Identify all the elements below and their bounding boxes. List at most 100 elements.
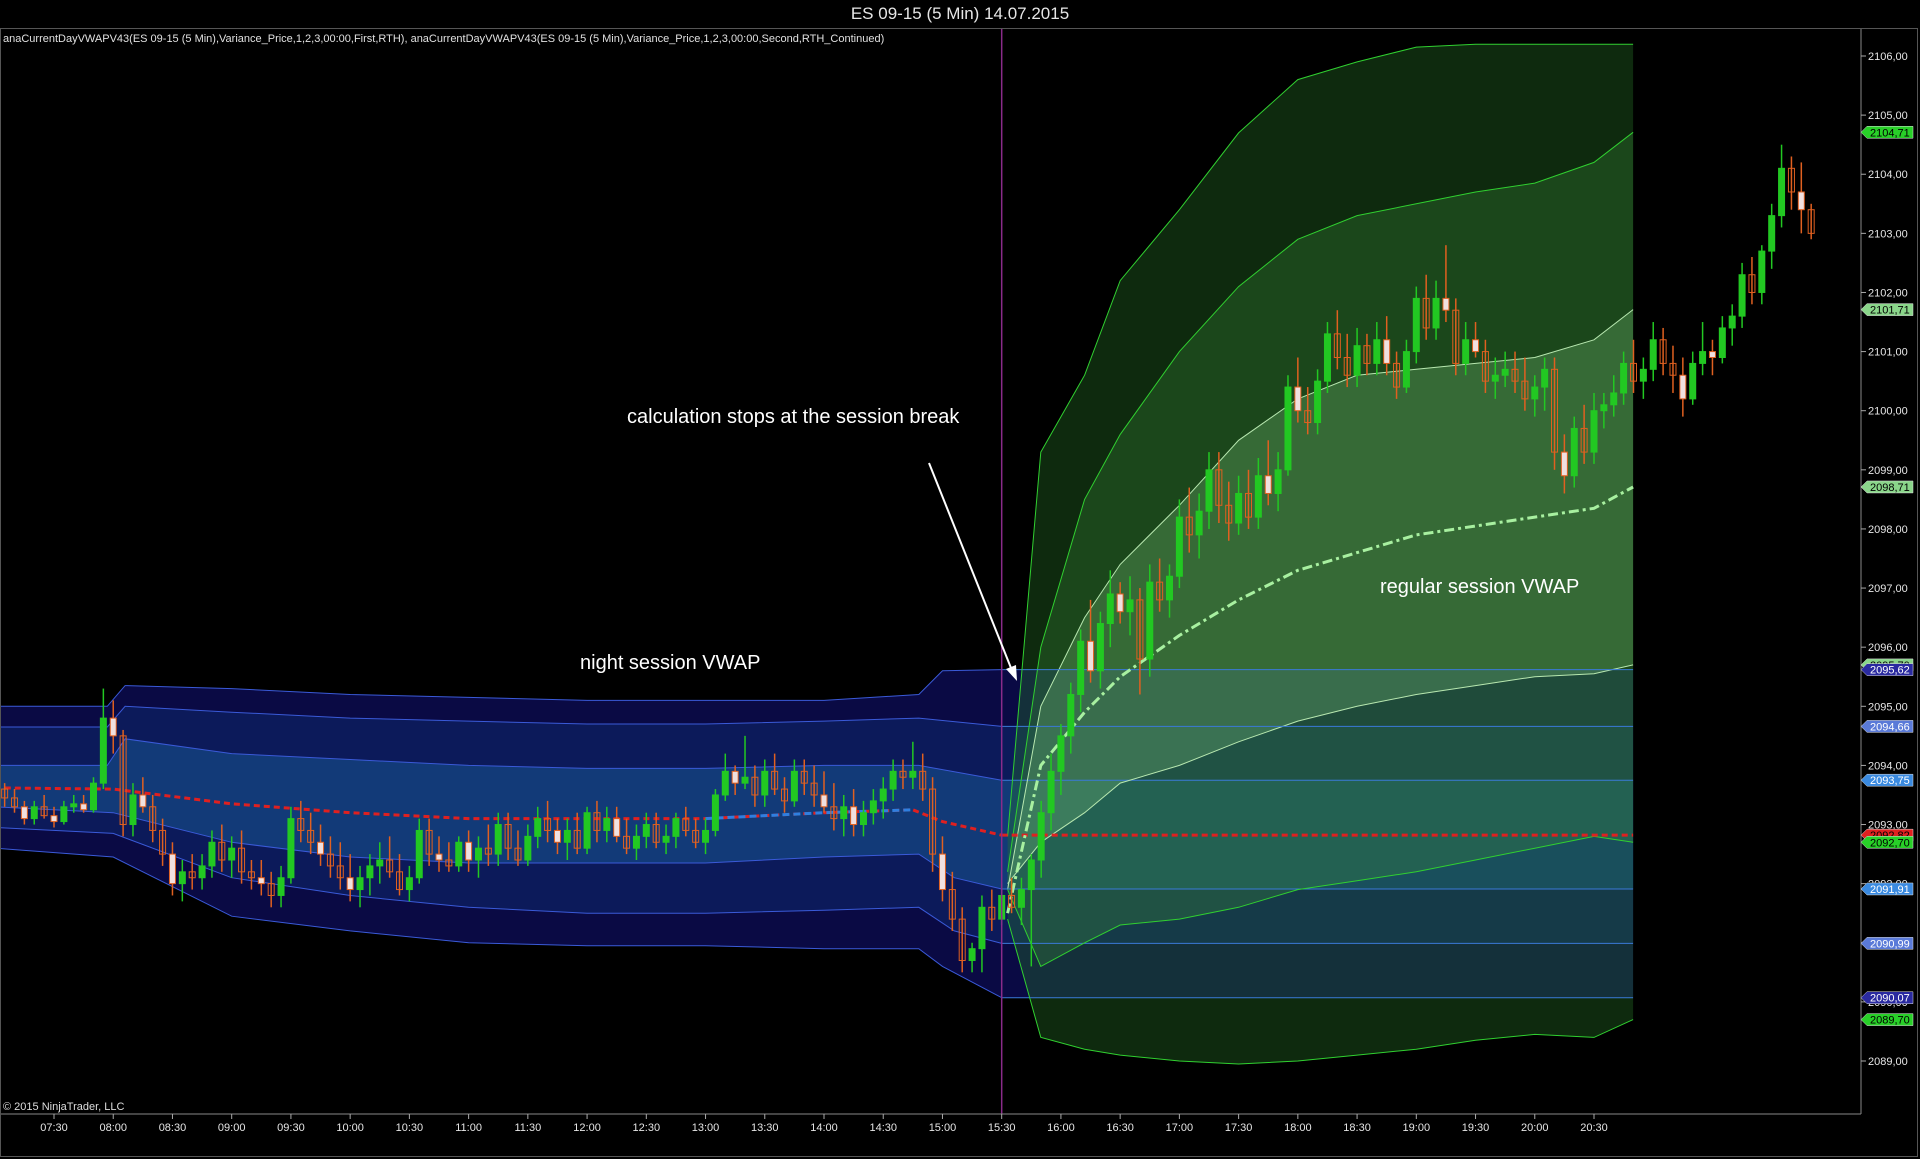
candle-body [1264, 475, 1272, 494]
y-tick-label: 2105,00 [1868, 110, 1908, 122]
candle-body [109, 717, 117, 737]
candle-body [1205, 469, 1213, 512]
candle-body [70, 803, 78, 808]
copyright-label: © 2015 NinjaTrader, LLC [3, 1101, 125, 1113]
x-tick-label: 16:00 [1047, 1122, 1075, 1134]
annotation-session-break: calculation stops at the session break [627, 406, 960, 428]
x-tick-label: 15:30 [988, 1122, 1016, 1134]
candle-body [1175, 516, 1183, 577]
candle-body [563, 829, 571, 843]
x-tick-label: 13:00 [692, 1122, 720, 1134]
price-marker: 2090,07 [1860, 991, 1914, 1005]
candle-body [198, 865, 206, 879]
candle-body [820, 794, 828, 808]
candle-body [20, 806, 28, 820]
candle-body [1442, 297, 1450, 311]
price-marker-label: 2090,99 [1870, 938, 1910, 950]
candle-body [790, 770, 798, 802]
indicator-label: anaCurrentDayVWAPV43(ES 09-15 (5 Min),Va… [3, 33, 885, 45]
candle-body [208, 841, 216, 867]
candle-body [1620, 362, 1628, 394]
candle-body [1738, 274, 1746, 317]
candle-body [731, 770, 739, 784]
candle-body [711, 794, 719, 831]
candle-body [1323, 333, 1331, 382]
price-marker-label: 2104,71 [1870, 127, 1910, 139]
candle-body [366, 865, 374, 879]
candle-body [1462, 339, 1470, 364]
candle [1669, 345, 1677, 393]
x-tick-label: 10:00 [336, 1122, 364, 1134]
candle [1412, 286, 1420, 364]
candle-body [1718, 327, 1726, 358]
candle-body [50, 815, 58, 823]
candle-body [474, 847, 482, 861]
candle [1787, 156, 1795, 210]
y-tick-label: 2095,00 [1868, 701, 1908, 713]
x-tick-label: 14:00 [810, 1122, 838, 1134]
candle-body [405, 877, 413, 891]
candle [1778, 144, 1786, 228]
candle-body [129, 794, 137, 826]
y-tick-label: 2096,00 [1868, 642, 1908, 654]
x-tick-label: 18:30 [1343, 1122, 1371, 1134]
candle-body [613, 818, 621, 837]
y-tick-label: 2089,00 [1868, 1056, 1908, 1068]
candle-body [1689, 362, 1697, 400]
candle-body [1699, 351, 1707, 364]
candle-body [534, 818, 542, 837]
candle-body [1501, 368, 1509, 376]
candle-body [1432, 297, 1440, 329]
candle [1728, 304, 1736, 346]
candle-body [1472, 339, 1480, 353]
y-tick-label: 2106,00 [1868, 51, 1908, 63]
x-tick-label: 08:00 [99, 1122, 127, 1134]
candle-body [889, 770, 897, 790]
candle-body [1708, 351, 1716, 358]
price-marker: 2090,99 [1860, 937, 1914, 950]
candle-body [1126, 599, 1134, 613]
candle-body [1412, 297, 1420, 353]
candle-body [1590, 410, 1598, 453]
price-marker: 2095,62 [1860, 663, 1914, 677]
x-tick-label: 11:30 [514, 1122, 541, 1134]
x-tick-label: 13:30 [751, 1122, 779, 1134]
candle-body [721, 770, 729, 796]
candle-body [859, 812, 867, 826]
candle-body [1254, 475, 1262, 518]
x-tick-label: 19:30 [1462, 1122, 1490, 1134]
x-tick-label: 09:00 [218, 1122, 246, 1134]
price-marker-label: 2090,07 [1870, 993, 1910, 1005]
price-marker-label: 2098,71 [1870, 482, 1910, 494]
price-marker-label: 2091,91 [1870, 884, 1910, 896]
candle-body [356, 877, 364, 891]
price-marker: 2089,70 [1860, 1013, 1914, 1027]
candle-body [1096, 623, 1104, 672]
price-marker-label: 2093,75 [1870, 775, 1910, 787]
chart-frame[interactable]: 2089,002090,002091,002092,002093,002094,… [0, 28, 1918, 1157]
y-tick-label: 2098,00 [1868, 524, 1908, 536]
candle-body [1570, 427, 1578, 477]
candle-body [287, 818, 295, 879]
candle-body [1067, 693, 1075, 737]
candle-body [178, 871, 186, 885]
candle-body [879, 788, 887, 802]
candle-body [1116, 593, 1124, 613]
candle-body [139, 794, 147, 808]
chart-canvas[interactable]: 2089,002090,002091,002092,002093,002094,… [1, 29, 1919, 1158]
candle [287, 806, 295, 884]
candle-body [415, 829, 423, 879]
candle-body [494, 824, 502, 855]
price-marker: 2091,91 [1860, 882, 1914, 896]
x-tick-label: 07:30 [40, 1122, 68, 1134]
candle-body [1541, 368, 1549, 388]
candle-body [1353, 345, 1361, 376]
candle-body [80, 803, 88, 811]
candle [1797, 162, 1805, 234]
candle-body [524, 835, 532, 861]
candle [1659, 327, 1667, 376]
candle [711, 789, 719, 837]
candle-body [702, 829, 710, 843]
y-tick-label: 2099,00 [1868, 465, 1908, 477]
candle-body [672, 818, 680, 837]
